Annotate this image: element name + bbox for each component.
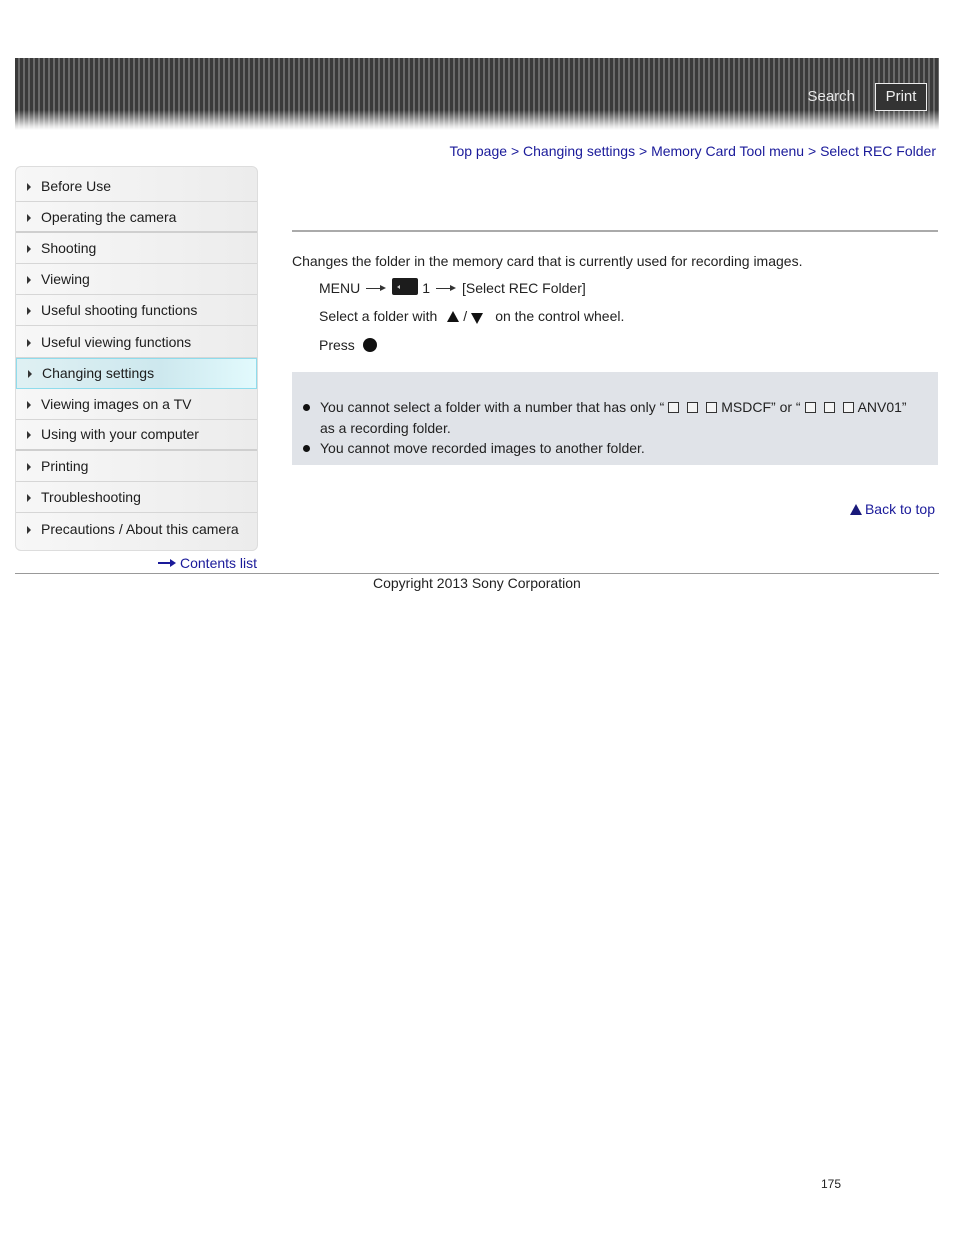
search-button[interactable]: Search: [807, 88, 855, 105]
step2-separator: /: [463, 308, 468, 324]
tab-number: 1: [422, 279, 431, 296]
breadcrumb-separator: >: [807, 143, 821, 159]
sidebar-item-label: Troubleshooting: [41, 488, 141, 505]
center-button-icon: [362, 338, 377, 352]
arrow-right-icon: [158, 558, 176, 568]
menu-target: [Select REC Folder]: [462, 279, 586, 296]
placeholder-box-icon: [668, 402, 680, 413]
down-button-icon: [471, 312, 484, 324]
page-number: 175: [821, 1177, 842, 1191]
note1-text-part1: You cannot select a folder with a number…: [320, 399, 665, 415]
back-to-top-link[interactable]: Back to top: [849, 501, 935, 517]
caret-right-icon: [27, 338, 31, 347]
step3-prefix: Press: [319, 337, 355, 353]
sidebar-item-useful-shooting-functions[interactable]: Useful shooting functions: [16, 295, 257, 327]
caret-right-icon: [27, 276, 31, 285]
note1-text-part3: ANV01”: [857, 399, 907, 415]
breadcrumb-top-page[interactable]: Top page: [449, 143, 507, 159]
step-1: MENU 1 [Select REC Folder]: [319, 278, 586, 297]
placeholder-box-icon: [842, 402, 854, 413]
sidebar-item-printing[interactable]: Printing: [16, 451, 257, 482]
sidebar-item-shooting[interactable]: Shooting: [16, 233, 257, 265]
sidebar-item-label: Useful shooting functions: [41, 302, 198, 319]
sidebar-item-label: Changing settings: [42, 365, 155, 382]
caret-right-icon: [27, 493, 31, 502]
breadcrumb-memory-card-tool-menu[interactable]: Memory Card Tool menu: [651, 143, 804, 159]
breadcrumb-changing-settings[interactable]: Changing settings: [523, 143, 635, 159]
title-divider: [292, 230, 938, 232]
step2-prefix: Select a folder with: [319, 308, 438, 324]
note1-text-part2: MSDCF” or “: [721, 399, 801, 415]
sidebar-item-label: Precautions / About this camera: [41, 520, 239, 537]
footer-divider: [15, 573, 939, 574]
sidebar-nav: Before Use Operating the camera Shooting…: [15, 166, 258, 551]
sidebar-item-label: Using with your computer: [41, 426, 199, 443]
caret-right-icon: [27, 400, 31, 409]
sidebar-item-using-with-your-computer[interactable]: Using with your computer: [16, 420, 257, 451]
caret-right-icon: [27, 213, 31, 222]
sidebar-item-label: Viewing: [41, 271, 90, 288]
placeholder-box-icon: [823, 402, 835, 413]
placeholder-box-icon: [687, 402, 699, 413]
caret-right-icon: [27, 183, 31, 192]
placeholder-box-icon: [706, 402, 718, 413]
bullet-icon: [303, 404, 310, 411]
sidebar-item-label: Before Use: [41, 178, 112, 195]
step-2: Select a folder with / on the control wh…: [319, 308, 624, 324]
sidebar-item-label: Viewing images on a TV: [41, 395, 192, 412]
sidebar-item-useful-viewing-functions[interactable]: Useful viewing functions: [16, 326, 257, 358]
breadcrumb-select-rec-folder[interactable]: Select REC Folder: [820, 143, 936, 159]
breadcrumb-separator: >: [510, 143, 524, 159]
caret-right-icon: [27, 431, 31, 440]
sidebar-item-precautions[interactable]: Precautions / About this camera: [16, 513, 257, 544]
sidebar-item-label: Operating the camera: [41, 208, 177, 225]
sidebar-item-label: Useful viewing functions: [41, 333, 192, 350]
contents-list-link[interactable]: Contents list: [158, 555, 257, 571]
sidebar-item-viewing[interactable]: Viewing: [16, 264, 257, 296]
memory-card-tool-tab-icon: [392, 278, 419, 295]
caret-right-icon: [28, 370, 32, 379]
note-item: You cannot move recorded images to anoth…: [303, 438, 940, 459]
sidebar-item-troubleshooting[interactable]: Troubleshooting: [16, 482, 257, 514]
print-button[interactable]: Print: [875, 83, 927, 111]
placeholder-box-icon: [804, 402, 816, 413]
triangle-up-icon: [849, 503, 862, 515]
notes-box: You cannot select a folder with a number…: [292, 372, 938, 465]
sidebar-item-before-use[interactable]: Before Use: [16, 171, 257, 203]
caret-right-icon: [27, 525, 31, 534]
up-button-icon: [447, 310, 460, 322]
arrow-right-icon: [436, 284, 457, 292]
caret-right-icon: [27, 462, 31, 471]
step-3: Press: [319, 337, 377, 353]
menu-label: MENU: [319, 279, 361, 296]
note1-text-line2: as a recording folder.: [320, 420, 451, 436]
copyright: Copyright 2013 Sony Corporation: [373, 575, 581, 591]
sidebar-item-changing-settings[interactable]: Changing settings: [16, 357, 257, 389]
contents-list-label: Contents list: [180, 555, 258, 571]
sidebar-item-viewing-images-on-a-tv[interactable]: Viewing images on a TV: [16, 389, 257, 420]
caret-right-icon: [27, 245, 31, 254]
note2-text: You cannot move recorded images to anoth…: [320, 440, 645, 456]
header-bar: Search Print: [15, 58, 939, 130]
sidebar-item-label: Shooting: [41, 240, 97, 257]
step2-suffix: on the control wheel.: [495, 308, 625, 324]
caret-right-icon: [27, 307, 31, 316]
breadcrumb: Top page > Changing settings > Memory Ca…: [449, 143, 936, 159]
sidebar-item-operating-the-camera[interactable]: Operating the camera: [16, 202, 257, 234]
intro-text: Changes the folder in the memory card th…: [292, 253, 803, 269]
bullet-icon: [303, 445, 310, 452]
arrow-right-icon: [366, 284, 387, 292]
sidebar-item-label: Printing: [41, 457, 89, 474]
breadcrumb-separator: >: [638, 143, 652, 159]
note-item: You cannot select a folder with a number…: [303, 397, 940, 439]
back-to-top-label: Back to top: [864, 501, 935, 517]
